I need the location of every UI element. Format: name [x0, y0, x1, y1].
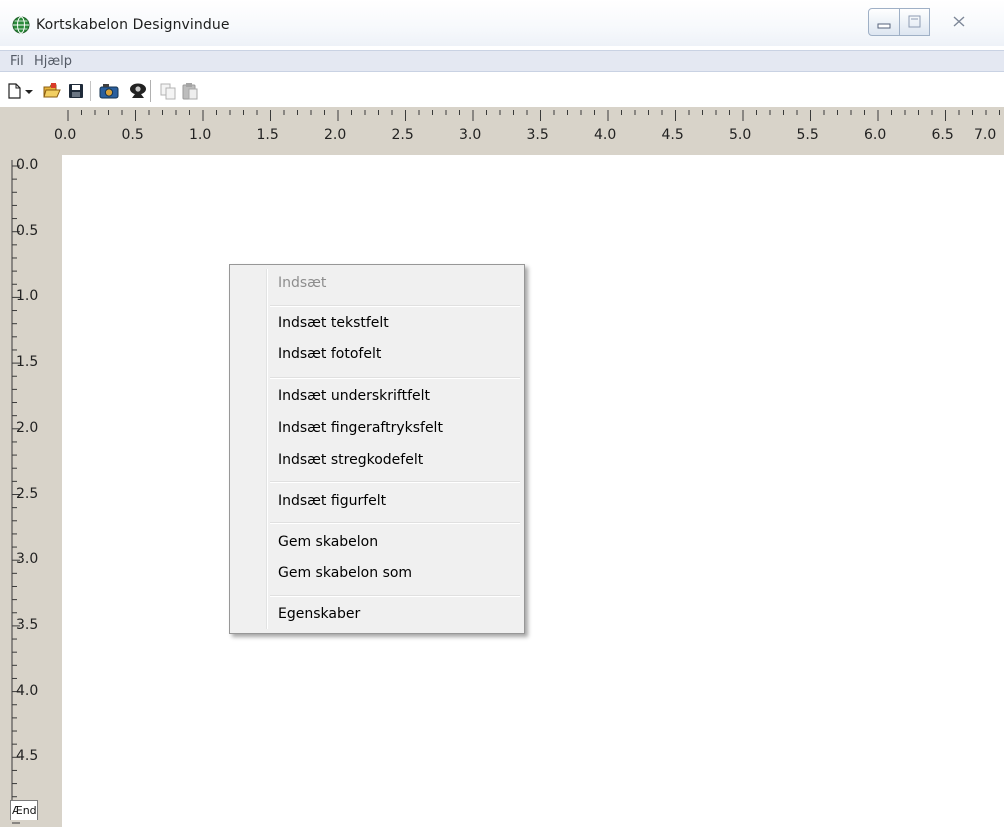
ruler-label-v: 1.5 — [16, 354, 39, 371]
menu-bar: Fil Hjælp — [0, 50, 1004, 72]
ruler-label-v: 2.0 — [16, 419, 39, 436]
ruler-label-h: 4.5 — [661, 127, 684, 143]
save-icon[interactable] — [66, 81, 86, 101]
window-title: Kortskabelon Designvindue — [36, 17, 230, 33]
menu-separator — [270, 305, 520, 307]
camera-icon[interactable] — [98, 81, 122, 101]
toolbar — [0, 73, 1004, 107]
ruler-label-v: 3.5 — [16, 616, 39, 633]
context-menu-header: Indsæt — [278, 275, 327, 291]
dropdown-arrow-icon[interactable] — [22, 81, 36, 101]
ruler-label-h: 4.0 — [594, 127, 617, 143]
ruler-label-h: 1.5 — [256, 127, 279, 143]
horizontal-ruler — [0, 107, 1004, 155]
minimize-button[interactable] — [868, 8, 900, 36]
menu-item-insert-barcode-field[interactable]: Indsæt stregkodefelt — [278, 452, 423, 468]
context-menu-gutter-line — [266, 269, 268, 629]
ruler-label-v: 4.5 — [16, 748, 39, 765]
ruler-label-h: 7.0 — [974, 127, 997, 143]
copy-icon[interactable] — [158, 81, 178, 101]
ruler-label-v: 3.0 — [16, 551, 39, 568]
design-canvas[interactable] — [62, 155, 1004, 827]
ruler-label-v: 0.5 — [16, 222, 39, 239]
minimize-icon — [877, 23, 891, 29]
menu-separator — [270, 481, 520, 483]
ruler-label-h: 0.0 — [54, 127, 77, 143]
toolbar-separator — [150, 80, 151, 102]
context-menu-gutter — [230, 265, 266, 633]
ruler-label-h: 0.5 — [121, 127, 144, 143]
status-tab[interactable]: Ændring — [10, 800, 38, 820]
paste-icon[interactable] — [180, 81, 200, 101]
open-folder-icon[interactable] — [42, 81, 62, 101]
ruler-label-h: 3.5 — [526, 127, 549, 143]
toolbar-separator — [90, 81, 91, 101]
menu-fil[interactable]: Fil — [10, 54, 24, 69]
status-tab-label: Ændring — [12, 804, 37, 817]
title-bar[interactable]: Kortskabelon Designvindue — [0, 0, 1004, 46]
ruler-label-v: 2.5 — [16, 485, 39, 502]
new-document-icon[interactable] — [4, 81, 24, 101]
webcam-icon[interactable] — [126, 81, 150, 101]
ruler-label-v: 4.0 — [16, 682, 39, 699]
ruler-label-h: 1.0 — [189, 127, 212, 143]
menu-item-save-template-as[interactable]: Gem skabelon som — [278, 565, 412, 581]
ruler-label-v: 1.0 — [16, 288, 39, 305]
app-window: Kortskabelon Designvindue Fil Hjælp 0.0 … — [0, 0, 1004, 827]
ruler-label-v: 0.0 — [16, 157, 39, 173]
menu-item-insert-signature-field[interactable]: Indsæt underskriftfelt — [278, 388, 430, 404]
ruler-label-h: 5.0 — [729, 127, 752, 143]
ruler-label-h: 2.5 — [391, 127, 414, 143]
menu-item-insert-text-field[interactable]: Indsæt tekstfelt — [278, 315, 389, 331]
menu-item-insert-fingerprint-field[interactable]: Indsæt fingeraftryksfelt — [278, 420, 443, 436]
ruler-label-h: 6.5 — [931, 127, 954, 143]
menu-item-insert-shape-field[interactable]: Indsæt figurfelt — [278, 493, 386, 509]
globe-icon — [12, 16, 30, 34]
menu-separator — [270, 377, 520, 379]
ruler-label-h: 6.0 — [864, 127, 887, 143]
menu-item-properties[interactable]: Egenskaber — [278, 606, 360, 622]
menu-separator — [270, 595, 520, 597]
menu-separator — [270, 522, 520, 524]
menu-hjaelp[interactable]: Hjælp — [34, 54, 72, 69]
close-button[interactable] — [940, 8, 992, 36]
context-menu: Indsæt Indsæt tekstfelt Indsæt fotofelt … — [229, 264, 525, 634]
menu-item-save-template[interactable]: Gem skabelon — [278, 534, 378, 550]
maximize-icon — [908, 15, 921, 28]
ruler-label-h: 3.0 — [459, 127, 482, 143]
ruler-label-h: 2.0 — [324, 127, 347, 143]
menu-item-insert-photo-field[interactable]: Indsæt fotofelt — [278, 346, 381, 362]
ruler-label-h: 5.5 — [796, 127, 819, 143]
maximize-button[interactable] — [900, 8, 930, 36]
close-icon — [953, 16, 965, 27]
